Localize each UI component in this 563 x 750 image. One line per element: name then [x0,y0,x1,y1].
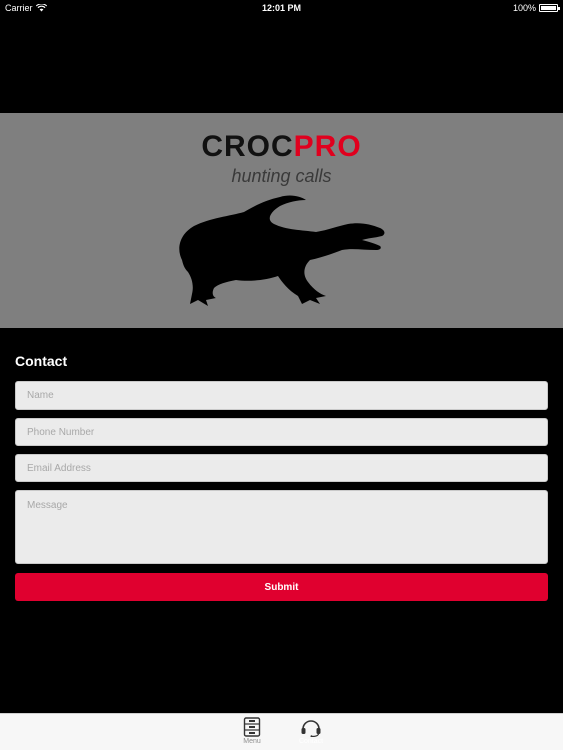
logo-tagline: hunting calls [231,166,332,186]
tab-contact-label: Contact [298,738,324,745]
battery-percent: 100% [512,3,536,13]
status-right: 100% [512,3,560,13]
tab-menu-label: Menu [243,738,261,745]
tab-bar: Menu Contact [0,713,563,750]
status-time: 12:01 PM [261,3,302,13]
battery-icon [539,4,560,12]
phone-number-input[interactable] [15,418,548,446]
tab-contact[interactable]: Contact [291,717,331,750]
submit-button[interactable]: Submit [15,573,548,601]
crocodile-icon [179,195,385,306]
contact-heading: Contact [15,353,68,369]
app-screen: Carrier 12:01 PM 100% CROCPRO hunting ca… [0,0,563,750]
email-address-input[interactable] [15,454,548,482]
battery-level [541,6,556,10]
message-textarea[interactable] [15,490,548,564]
logo-pro-text: PRO [293,130,362,163]
name-input[interactable] [15,381,548,410]
logo-croc-text: CROC [201,130,294,163]
menu-list-icon [243,717,261,737]
headset-icon [301,720,321,737]
app-logo: CROCPRO [0,130,563,164]
status-bar: Carrier 12:01 PM 100% [0,0,563,16]
tab-menu[interactable]: Menu [232,717,272,750]
